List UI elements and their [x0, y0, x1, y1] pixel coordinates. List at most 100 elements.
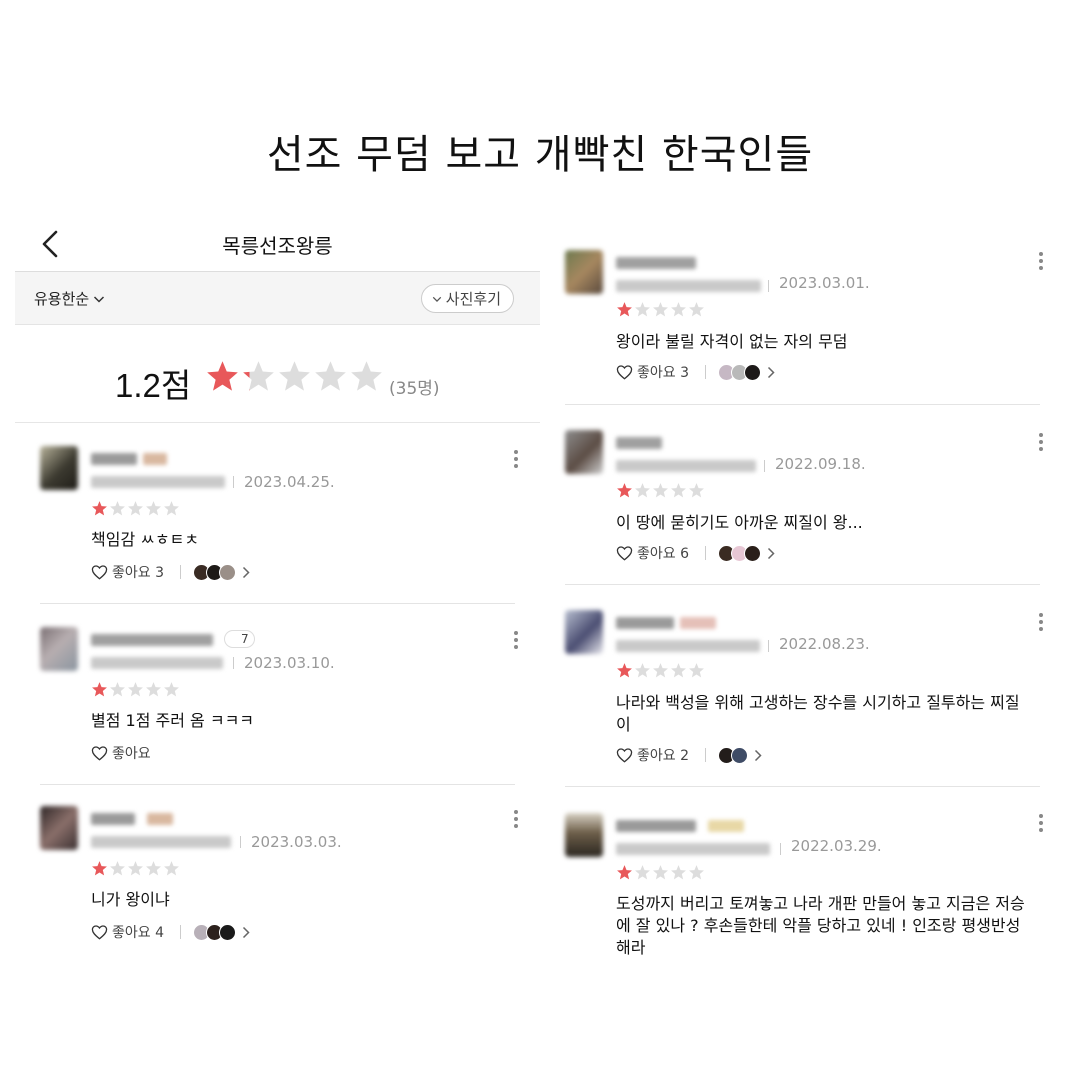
like-label[interactable]: 좋아요 4 [112, 922, 164, 942]
avatar [731, 746, 748, 764]
review-date: 2023.03.03. [251, 833, 342, 851]
review-text-line: 도성까지 버리고 토껴놓고 나라 개판 만들어 놓고 지금은 저승 [616, 894, 1025, 913]
star-icon [617, 302, 632, 317]
avatar[interactable] [40, 806, 78, 850]
chevron-right-icon[interactable] [767, 366, 775, 379]
liker-avatars[interactable] [718, 746, 748, 764]
review-stars [91, 681, 180, 698]
star-icon [617, 483, 632, 498]
review-text: 나라와 백성을 위해 고생하는 장수를 시기하고 질투하는 찌질 이 [616, 692, 1046, 736]
heart-icon[interactable] [91, 564, 108, 580]
like-row: 좋아요 2 [616, 745, 762, 765]
avatar [744, 544, 761, 562]
star-icon [635, 483, 650, 498]
heart-icon[interactable] [616, 545, 633, 561]
heart-icon[interactable] [616, 364, 633, 380]
like-label[interactable]: 좋아요 3 [637, 362, 689, 382]
stats-blurred [616, 280, 761, 292]
star-icon [92, 861, 107, 876]
badge-blurred [143, 453, 167, 465]
star-icon [689, 865, 704, 880]
heart-icon[interactable] [91, 745, 108, 761]
more-vertical-icon[interactable] [1038, 613, 1044, 631]
review-date: 2023.04.25. [244, 473, 335, 491]
username-blurred [91, 634, 213, 646]
star-icon [653, 865, 668, 880]
more-vertical-icon[interactable] [513, 631, 519, 649]
stats-blurred [616, 843, 770, 855]
like-label[interactable]: 좋아요 [112, 743, 151, 763]
star-icon [671, 663, 686, 678]
star-icon [164, 861, 179, 876]
average-stars [205, 359, 384, 394]
more-vertical-icon[interactable] [1038, 814, 1044, 832]
avatar[interactable] [565, 813, 603, 857]
photo-review-filter-button[interactable]: 사진후기 [420, 284, 514, 313]
username-blurred [91, 453, 137, 465]
review-date: 2023.03.01. [779, 274, 870, 292]
divider [565, 404, 1040, 405]
sort-dropdown[interactable]: 유용한순 [34, 288, 105, 309]
avatar[interactable] [40, 446, 78, 490]
page-title: 선조 무덤 보고 개빡친 한국인들 [266, 132, 814, 178]
liker-avatars[interactable] [718, 544, 761, 562]
chevron-right-icon[interactable] [242, 926, 250, 939]
star-icon [146, 682, 161, 697]
more-vertical-icon[interactable] [1038, 433, 1044, 451]
stats-blurred [91, 476, 225, 488]
star-icon [128, 501, 143, 516]
star-icon [164, 501, 179, 516]
avatar [219, 923, 236, 941]
header-title: 목릉선조왕릉 [222, 234, 333, 258]
star-icon [689, 302, 704, 317]
username-blurred [616, 437, 662, 449]
like-row: 좋아요 3 [91, 562, 250, 582]
review-date: 2022.03.29. [791, 837, 882, 855]
star-icon [315, 361, 346, 391]
more-vertical-icon[interactable] [1038, 252, 1044, 270]
review-item: 7 2023.03.10. 별점 1점 주러 옴 ㅋㅋㅋ 좋아요 [40, 627, 530, 767]
avatar[interactable] [565, 430, 603, 474]
review-text: 도성까지 버리고 토껴놓고 나라 개판 만들어 놓고 지금은 저승 에 잘 있나… [616, 893, 1046, 959]
more-vertical-icon[interactable] [513, 450, 519, 468]
review-text-line: 이 [616, 715, 631, 734]
star-icon [110, 861, 125, 876]
review-item: 2022.03.29. 도성까지 버리고 토껴놓고 나라 개판 만들어 놓고 지… [565, 813, 1055, 973]
username-blurred [616, 257, 696, 269]
badge-blurred [708, 820, 744, 832]
review-stars [91, 500, 180, 517]
photo-review-label: 사진후기 [445, 290, 501, 308]
app-header: 목릉선조왕릉 [15, 215, 540, 272]
review-text-line: 해라 [616, 938, 646, 957]
like-label[interactable]: 좋아요 2 [637, 745, 689, 765]
like-label[interactable]: 좋아요 6 [637, 543, 689, 563]
avatar[interactable] [565, 610, 603, 654]
chevron-right-icon[interactable] [242, 566, 250, 579]
username-blurred [616, 820, 696, 832]
chevron-right-icon[interactable] [754, 749, 762, 762]
heart-icon[interactable] [91, 924, 108, 940]
heart-icon[interactable] [616, 747, 633, 763]
like-row: 좋아요 [91, 743, 151, 763]
stats-blurred [91, 657, 223, 669]
chevron-right-icon[interactable] [767, 547, 775, 560]
more-vertical-icon[interactable] [513, 810, 519, 828]
liker-avatars[interactable] [193, 563, 236, 581]
star-icon [689, 483, 704, 498]
liker-avatars[interactable] [193, 923, 236, 941]
badge-blurred [147, 813, 173, 825]
review-date: 2022.08.23. [779, 635, 870, 653]
avatar[interactable] [40, 627, 78, 671]
rating-summary: 1.2점 (35명) [15, 325, 540, 423]
liker-avatars[interactable] [718, 363, 761, 381]
star-icon [92, 682, 107, 697]
star-icon [635, 663, 650, 678]
star-icon [164, 682, 179, 697]
star-icon [146, 861, 161, 876]
review-stars [616, 662, 705, 679]
star-icon [110, 501, 125, 516]
like-label[interactable]: 좋아요 3 [112, 562, 164, 582]
avatar[interactable] [565, 250, 603, 294]
star-icon [110, 682, 125, 697]
sort-label: 유용한순 [34, 290, 90, 308]
